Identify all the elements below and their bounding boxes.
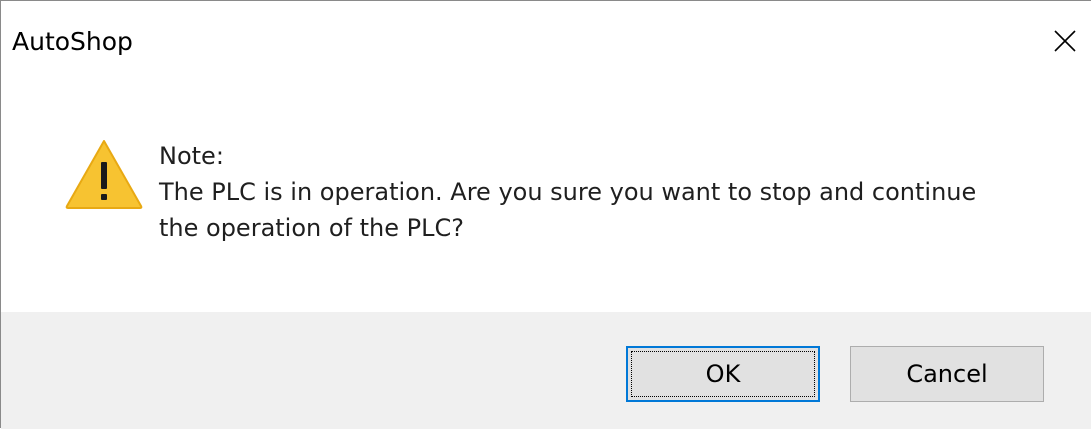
dialog-message: Note: The PLC is in operation. Are you s… bbox=[159, 138, 1059, 246]
warning-icon bbox=[65, 140, 143, 209]
dialog-footer: OK Cancel bbox=[1, 312, 1091, 429]
message-heading: Note: bbox=[159, 142, 224, 170]
close-button[interactable] bbox=[1042, 19, 1088, 63]
message-line: The PLC is in operation. Are you sure yo… bbox=[159, 178, 977, 206]
close-icon bbox=[1054, 30, 1076, 52]
message-line: the operation of the PLC? bbox=[159, 214, 464, 242]
cancel-button[interactable]: Cancel bbox=[850, 346, 1044, 402]
focus-indicator bbox=[631, 351, 815, 397]
ok-button[interactable]: OK bbox=[626, 346, 820, 402]
title-bar: AutoShop bbox=[1, 1, 1091, 83]
autoshop-dialog: AutoShop Note: The PLC is in operation. … bbox=[0, 0, 1091, 429]
dialog-title: AutoShop bbox=[12, 27, 133, 56]
dialog-body: Note: The PLC is in operation. Are you s… bbox=[1, 83, 1091, 312]
cancel-button-label: Cancel bbox=[906, 360, 988, 388]
